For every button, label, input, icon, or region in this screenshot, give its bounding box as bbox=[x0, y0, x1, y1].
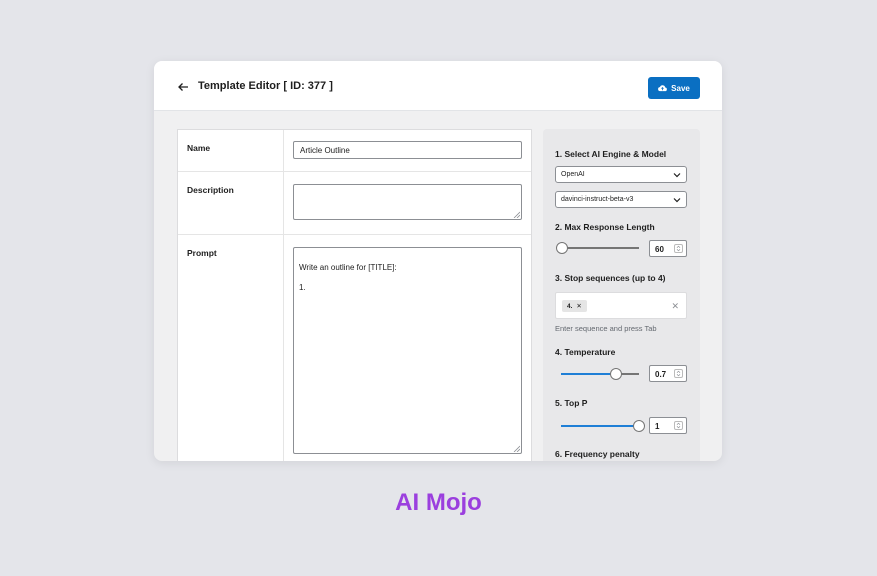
settings-panel: 1. Select AI Engine & Model OpenAI davin… bbox=[543, 129, 700, 461]
top-p-section-title: 5. Top P bbox=[555, 398, 588, 408]
top-p-slider-thumb[interactable] bbox=[633, 420, 645, 432]
resize-grip-icon[interactable] bbox=[513, 211, 520, 218]
prompt-textarea[interactable]: Write an outline for [TITLE]: 1. bbox=[293, 247, 522, 454]
name-label: Name bbox=[178, 130, 284, 171]
editor-header: Template Editor [ ID: 377 ] Save bbox=[154, 61, 722, 111]
close-icon[interactable]: ✕ bbox=[576, 302, 581, 310]
close-icon[interactable]: ✕ bbox=[671, 301, 679, 312]
frequency-penalty-section-title: 6. Frequency penalty bbox=[555, 449, 640, 459]
max-length-slider-track[interactable] bbox=[561, 247, 639, 249]
description-row: Description bbox=[178, 172, 531, 235]
max-length-slider-thumb[interactable] bbox=[556, 242, 568, 254]
description-label: Description bbox=[178, 172, 284, 234]
max-length-number-input[interactable]: 60 bbox=[649, 240, 687, 257]
temperature-section-title: 4. Temperature bbox=[555, 347, 616, 357]
stop-sequences-section-title: 3. Stop sequences (up to 4) bbox=[555, 273, 666, 283]
engine-section-title: 1. Select AI Engine & Model bbox=[555, 149, 667, 159]
cloud-upload-icon bbox=[658, 85, 668, 92]
max-length-value: 60 bbox=[655, 245, 664, 254]
brand-logo-text: AI Mojo bbox=[395, 489, 482, 516]
name-input[interactable] bbox=[293, 141, 522, 159]
stop-sequence-tag: 4. ✕ bbox=[562, 300, 587, 312]
model-select-value: davinci-instruct-beta-v3 bbox=[561, 196, 634, 203]
chevron-down-icon bbox=[673, 198, 681, 203]
stop-sequences-hint: Enter sequence and press Tab bbox=[555, 324, 657, 333]
stop-sequence-tag-label: 4. bbox=[567, 302, 573, 310]
temperature-slider-fill[interactable] bbox=[561, 373, 616, 375]
spinner-arrows-icon[interactable] bbox=[674, 244, 683, 253]
top-p-number-input[interactable]: 1 bbox=[649, 417, 687, 434]
top-p-slider-fill[interactable] bbox=[561, 425, 639, 427]
prompt-text: Write an outline for [TITLE]: 1. bbox=[299, 263, 397, 292]
stop-sequences-input[interactable]: 4. ✕ ✕ bbox=[555, 292, 687, 319]
max-length-section-title: 2. Max Response Length bbox=[555, 222, 655, 232]
template-form: Name Description Prompt Write an outline… bbox=[177, 129, 532, 461]
spinner-arrows-icon[interactable] bbox=[674, 421, 683, 430]
save-button[interactable]: Save bbox=[648, 77, 700, 99]
prompt-row: Prompt Write an outline for [TITLE]: 1. bbox=[178, 235, 531, 461]
description-textarea[interactable] bbox=[293, 184, 522, 220]
temperature-value: 0.7 bbox=[655, 370, 667, 379]
save-button-label: Save bbox=[671, 83, 690, 93]
template-editor-window: Template Editor [ ID: 377 ] Save Name De… bbox=[154, 61, 722, 461]
engine-select-value: OpenAI bbox=[561, 171, 585, 178]
prompt-label: Prompt bbox=[178, 235, 284, 461]
resize-grip-icon[interactable] bbox=[513, 445, 520, 452]
name-row: Name bbox=[178, 130, 531, 172]
top-p-value: 1 bbox=[655, 422, 660, 431]
model-select[interactable]: davinci-instruct-beta-v3 bbox=[555, 191, 687, 208]
temperature-number-input[interactable]: 0.7 bbox=[649, 365, 687, 382]
engine-select[interactable]: OpenAI bbox=[555, 166, 687, 183]
spinner-arrows-icon[interactable] bbox=[674, 369, 683, 378]
arrow-left-icon[interactable] bbox=[177, 81, 189, 93]
temperature-slider-thumb[interactable] bbox=[610, 368, 622, 380]
chevron-down-icon bbox=[673, 173, 681, 178]
page-title: Template Editor [ ID: 377 ] bbox=[198, 80, 333, 92]
